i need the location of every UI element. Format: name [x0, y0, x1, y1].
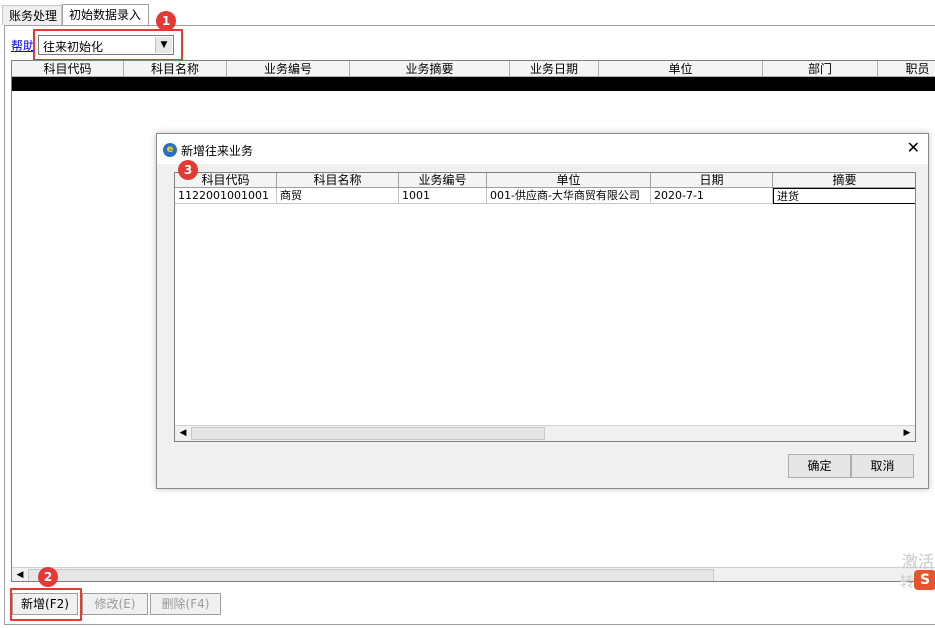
cell-account-name[interactable]: 商贸 — [277, 188, 399, 204]
watermark-logo: S — [914, 570, 935, 590]
dialog-title: 新增往来业务 — [181, 144, 254, 158]
close-icon[interactable]: ✕ — [907, 139, 920, 157]
dialog-col-summary[interactable]: 摘要 — [773, 173, 915, 188]
dialog-title-bar: e 新增往来业务 ✕ — [157, 134, 928, 164]
dialog-table[interactable]: 科目代码 科目名称 业务编号 单位 日期 摘要 1122001001001 商贸… — [174, 172, 916, 442]
col-header-unit[interactable]: 单位 — [599, 61, 763, 77]
step-badge-1: 1 — [156, 11, 176, 31]
highlight-box-2 — [10, 588, 82, 621]
col-header-business-date[interactable]: 业务日期 — [510, 61, 599, 77]
dialog-col-date[interactable]: 日期 — [651, 173, 773, 188]
step-badge-3: 3 — [178, 160, 198, 180]
dialog-col-unit[interactable]: 单位 — [487, 173, 651, 188]
delete-button[interactable]: 删除(F4) — [150, 593, 221, 615]
scroll-left-icon[interactable]: ◀ — [12, 568, 28, 581]
step-badge-2: 2 — [38, 567, 58, 587]
edit-button[interactable]: 修改(E) — [82, 593, 148, 615]
main-horizontal-scrollbar[interactable]: ◀ — [12, 567, 935, 581]
col-header-account-code[interactable]: 科目代码 — [12, 61, 124, 77]
dialog-col-account-name[interactable]: 科目名称 — [277, 173, 399, 188]
col-header-business-number[interactable]: 业务编号 — [227, 61, 350, 77]
dialog-horizontal-scrollbar[interactable]: ◀ ▶ — [175, 425, 915, 441]
selected-row[interactable] — [12, 77, 935, 91]
scroll-left-icon[interactable]: ◀ — [175, 426, 191, 441]
watermark-text-1: 激活 — [902, 552, 935, 571]
dialog-scroll-thumb[interactable] — [191, 427, 545, 440]
app-logo-icon: e — [163, 143, 177, 157]
tab-ledger-processing[interactable]: 账务处理 — [2, 5, 62, 25]
watermark-text-2: 转 — [900, 575, 914, 591]
ok-button[interactable]: 确定 — [788, 454, 851, 478]
scroll-thumb[interactable] — [28, 569, 714, 581]
cancel-button[interactable]: 取消 — [851, 454, 914, 478]
tab-bar: 账务处理 初始数据录入 — [0, 0, 935, 26]
col-header-department[interactable]: 部门 — [763, 61, 878, 77]
scroll-right-icon[interactable]: ▶ — [899, 426, 915, 441]
cell-summary-input[interactable]: 进货 — [773, 188, 915, 204]
help-link[interactable]: 帮助 — [11, 37, 35, 54]
col-header-staff[interactable]: 职员 — [878, 61, 935, 77]
highlight-box-1 — [33, 29, 183, 61]
new-transaction-dialog: e 新增往来业务 ✕ 科目代码 科目名称 业务编号 单位 日期 摘要 11220… — [156, 133, 929, 489]
cell-date[interactable]: 2020-7-1 — [651, 188, 773, 204]
col-header-business-summary[interactable]: 业务摘要 — [350, 61, 510, 77]
dialog-col-business-number[interactable]: 业务编号 — [399, 173, 487, 188]
cell-business-number[interactable]: 1001 — [399, 188, 487, 204]
tab-initial-data-entry[interactable]: 初始数据录入 — [62, 4, 149, 26]
col-header-account-name[interactable]: 科目名称 — [124, 61, 227, 77]
cell-unit[interactable]: 001-供应商-大华商贸有限公司 — [487, 188, 651, 204]
cell-account-code[interactable]: 1122001001001 — [175, 188, 277, 204]
